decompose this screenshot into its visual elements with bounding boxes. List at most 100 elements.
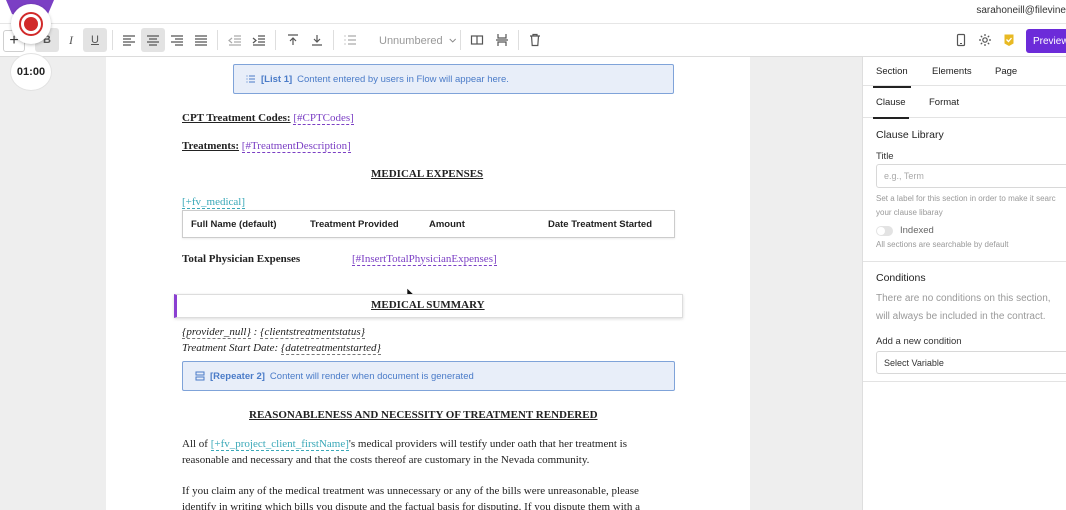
start-date-line: Treatment Start Date: {datetreatmentstar…: [182, 342, 381, 355]
tab-format[interactable]: Format: [929, 97, 959, 108]
repeater-box-text: Content will render when document is gen…: [269, 370, 474, 382]
preview-button[interactable]: Preview: [1026, 29, 1066, 53]
preview-button-label: Preview: [1033, 35, 1066, 47]
list-box-tag: [List 1]: [261, 73, 293, 85]
provider-status-line: {provider_null} : {clientstreatmentstatu…: [182, 326, 365, 339]
list-box-icon: [246, 75, 255, 83]
clients-status-tag[interactable]: {clientstreatmentstatus}: [260, 326, 365, 339]
medical-summary-section[interactable]: MEDICAL SUMMARY: [174, 294, 683, 318]
repeater-icon: [195, 371, 205, 381]
move-down-icon[interactable]: [305, 28, 329, 52]
tab-elements[interactable]: Elements: [932, 66, 972, 77]
toolbar-divider: [112, 30, 113, 50]
align-center-icon[interactable]: [141, 28, 165, 52]
total-expenses-line: Total Physician Expenses: [182, 253, 300, 265]
conditions-title: Conditions: [876, 272, 926, 284]
provider-separator: :: [250, 326, 261, 338]
toolbar-divider: [518, 30, 519, 50]
table-header-cell: Date Treatment Started: [548, 219, 653, 230]
settings-panel: Section Elements Page Clause Format Clau…: [862, 57, 1066, 510]
fv-medical-line: [+fv_medical]: [182, 196, 246, 209]
panel-tabs: Section Elements Page: [863, 57, 1066, 88]
document-page: [List 1] Content entered by users in Flo…: [106, 57, 750, 510]
para1-prefix: All of: [182, 438, 211, 450]
title-label: Title: [876, 151, 894, 162]
total-expenses-tag[interactable]: [#InsertTotalPhysicianExpenses]: [352, 253, 497, 266]
panel-divider: [863, 381, 1066, 382]
indexed-label: Indexed: [900, 225, 934, 236]
align-right-icon[interactable]: [165, 28, 189, 52]
cpt-codes-line: CPT Treatment Codes: [#CPTCodes]: [182, 112, 354, 125]
badge-icon[interactable]: [997, 28, 1021, 52]
clause-library-title: Clause Library: [876, 129, 944, 141]
toolbar-divider: [275, 30, 276, 50]
treatments-label: Treatments:: [182, 140, 240, 152]
indexed-help-text: All sections are searchable by default: [876, 240, 1009, 249]
toolbar-divider: [460, 30, 461, 50]
cpt-codes-tag[interactable]: [#CPTCodes]: [293, 112, 354, 125]
record-icon: [19, 12, 43, 36]
italic-icon[interactable]: I: [59, 28, 83, 52]
user-email[interactable]: sarahoneill@filevine: [976, 5, 1066, 16]
top-bar: sarahoneill@filevine: [0, 0, 1066, 24]
list-box-text: Content entered by users in Flow will ap…: [297, 73, 509, 85]
reasonableness-paragraph-2: If you claim any of the medical treatmen…: [182, 485, 640, 510]
tab-section[interactable]: Section: [873, 66, 911, 88]
underline-icon[interactable]: U: [83, 28, 107, 52]
total-expenses-tag-wrap: [#InsertTotalPhysicianExpenses]: [352, 253, 497, 266]
conditions-empty-text-2: will always be included in the contract.: [876, 311, 1046, 322]
gear-icon[interactable]: [973, 28, 997, 52]
provider-null-tag[interactable]: {provider_null}: [182, 326, 251, 339]
reasonableness-heading: REASONABLENESS AND NECESSITY OF TREATMEN…: [249, 409, 598, 421]
start-date-tag[interactable]: {datetreatmentstarted}: [280, 342, 381, 355]
tab-page[interactable]: Page: [995, 66, 1017, 77]
editor-toolbar: B I U: [0, 24, 1066, 57]
cpt-codes-label: CPT Treatment Codes:: [182, 112, 291, 124]
list-placeholder-box[interactable]: [List 1] Content entered by users in Flo…: [233, 64, 674, 94]
add-condition-label: Add a new condition: [876, 336, 962, 347]
trash-icon[interactable]: [523, 28, 547, 52]
fv-medical-tag[interactable]: [+fv_medical]: [182, 196, 246, 209]
table-header-cell: Amount: [429, 219, 465, 230]
panel-divider: [863, 261, 1066, 262]
title-input[interactable]: e.g., Term: [876, 164, 1066, 188]
medical-expenses-table[interactable]: Full Name (default) Treatment Provided A…: [182, 210, 675, 238]
title-help-text-2: your clause libaray: [876, 208, 943, 217]
panel-subtabs: Clause Format: [863, 86, 1066, 119]
list-icon[interactable]: [338, 28, 362, 52]
select-variable-value: Select Variable: [884, 357, 944, 368]
indent-icon[interactable]: [247, 28, 271, 52]
align-left-icon[interactable]: [117, 28, 141, 52]
tab-clause[interactable]: Clause: [873, 97, 909, 119]
conditions-empty-text: There are no conditions on this section,: [876, 293, 1051, 304]
client-first-name-tag[interactable]: [+fv_project_client_firstName]: [210, 438, 349, 451]
start-date-label: Treatment Start Date:: [182, 342, 281, 354]
column-icon[interactable]: [465, 28, 489, 52]
list-style-value: Unnumbered: [379, 34, 443, 47]
table-header-cell: Treatment Provided: [310, 219, 399, 230]
indexed-toggle[interactable]: [876, 226, 893, 236]
reasonableness-paragraph-1: All of [+fv_project_client_firstName]'s …: [182, 436, 662, 468]
medical-expenses-heading: MEDICAL EXPENSES: [371, 168, 484, 180]
chevron-down-icon: [448, 38, 456, 43]
justify-icon[interactable]: [189, 28, 213, 52]
list-style-select[interactable]: Unnumbered: [372, 24, 456, 57]
title-help-text: Set a label for this section in order to…: [876, 194, 1056, 203]
table-header-cell: Full Name (default): [191, 219, 277, 230]
total-expenses-label: Total Physician Expenses: [182, 253, 301, 265]
select-variable-dropdown[interactable]: Select Variable: [876, 351, 1066, 374]
title-input-placeholder: e.g., Term: [884, 171, 924, 181]
treatments-tag[interactable]: [#TreatmentDescription]: [241, 140, 351, 153]
toolbar-divider: [333, 30, 334, 50]
toolbar-divider: [217, 30, 218, 50]
medical-summary-heading: MEDICAL SUMMARY: [371, 299, 485, 311]
repeater-box-tag: [Repeater 2]: [210, 370, 265, 382]
mobile-icon[interactable]: [949, 28, 973, 52]
move-up-icon[interactable]: [281, 28, 305, 52]
page-break-icon[interactable]: [490, 28, 514, 52]
recording-timer: 01:00: [10, 53, 52, 91]
treatments-line: Treatments: [#TreatmentDescription]: [182, 140, 351, 153]
record-button[interactable]: [11, 4, 51, 44]
outdent-icon[interactable]: [223, 28, 247, 52]
repeater-placeholder-box[interactable]: [Repeater 2] Content will render when do…: [182, 361, 675, 391]
